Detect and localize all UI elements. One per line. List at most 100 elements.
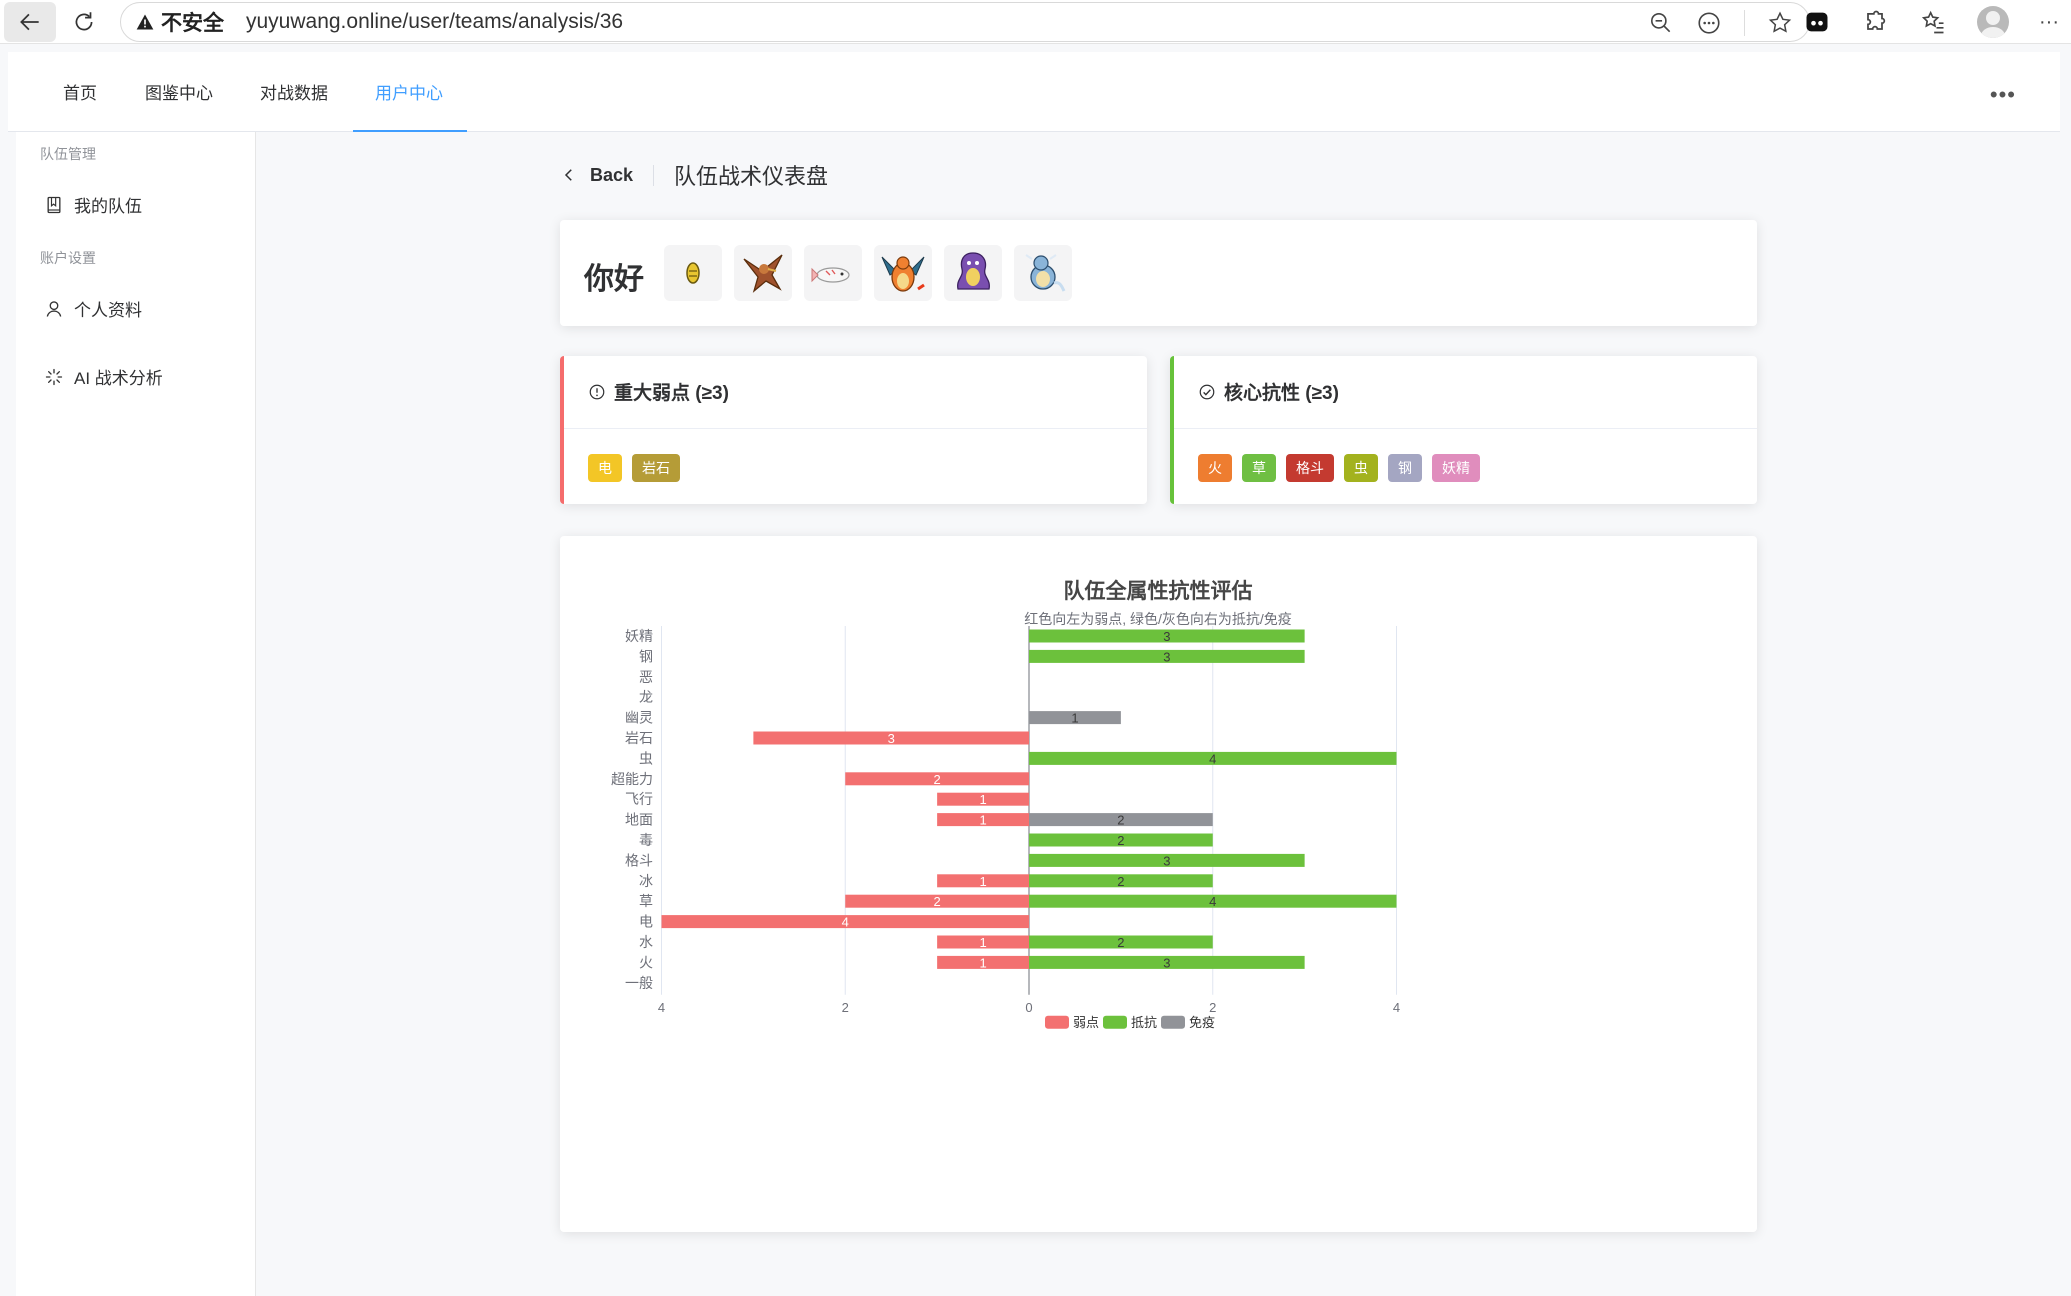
chart-data-label: 4 [1209,894,1216,909]
chart-x-tick-label: 0 [1025,1000,1032,1015]
zoom-out-icon[interactable] [1648,10,1674,36]
loading-sparkle-icon [45,368,63,385]
resistance-tags: 火草格斗虫钢妖精 [1198,454,1480,482]
chart-y-tick-label: 冰 [639,873,653,889]
security-label: 不安全 [161,12,224,35]
chart-data-label: 2 [1117,833,1124,848]
sidebar-item-my-teams[interactable]: 我的队伍 [44,192,142,217]
chart-card: 队伍全属性抗性评估 红色向左为弱点, 绿色/灰色向右为抵抗/免疫 4 2 0 2 4 妖精… [560,536,1757,1232]
chart-data-label: 2 [934,772,941,787]
extensions-puzzle-icon[interactable] [1861,8,1889,36]
chart-x-tick-label: 4 [1393,1000,1400,1015]
weakness-tag: 电 [588,454,622,482]
weakness-card-title: 重大弱点 (≥3) [614,383,729,404]
chart-legend-swatch [1103,1015,1127,1029]
nav-more-icon[interactable]: ••• [1990,82,2016,108]
chart-data-label: 2 [934,894,941,909]
nav-item-battle-data[interactable]: 对战数据 [260,52,328,132]
brown-bird-sprite-icon[interactable] [734,245,792,301]
chart-y-tick-label: 毒 [639,832,653,848]
chevron-left-icon [564,169,572,181]
chart-data-label: 4 [1209,751,1216,766]
chart-x-tick-label: 4 [658,1000,665,1015]
chart-y-tick-label: 水 [639,934,653,950]
sidebar: 队伍管理 我的队伍 账户设置 个人资料 AI 战术分析 [16,132,256,1296]
sidebar-group-team: 队伍管理 [40,146,96,162]
chart-y-tick-label: 飞行 [625,791,653,807]
weakness-tag: 岩石 [632,454,680,482]
sidebar-item-label: 个人资料 [74,301,142,320]
extension-app-icon[interactable] [1803,8,1831,36]
chart-y-tick-label: 一般 [625,975,653,991]
weakness-tags: 电岩石 [588,454,680,482]
security-warning[interactable]: 不安全 [135,7,224,37]
chart-x-tick-label: 2 [842,1000,849,1015]
address-bar[interactable]: 不安全 yuyuwang.online/user/teams/analysis/… [120,2,1810,42]
chart-data-label: 1 [979,935,986,950]
resistance-tag: 钢 [1388,454,1422,482]
chart-y-tick-label: 地面 [625,812,653,828]
user-icon [46,300,62,317]
notebook-icon [47,196,61,213]
url-text: yuyuwang.online/user/teams/analysis/36 [246,10,624,33]
addr-divider [1744,10,1745,36]
team-name: 你好 [584,263,644,296]
chart-data-label: 3 [1163,629,1170,644]
team-card: 你好 [560,220,1757,326]
chart-y-tick-label: 电 [639,914,653,930]
chart-y-tick-label: 虫 [639,750,653,766]
card-divider [564,428,1147,429]
browser-toolbar: 不安全 yuyuwang.online/user/teams/analysis/… [0,0,2071,44]
chart-data-label: 3 [1163,853,1170,868]
chart-y-tick-label: 恶 [639,669,653,685]
sidebar-group-account: 账户设置 [40,250,96,266]
nav-item-pokedex[interactable]: 图鉴中心 [145,52,213,132]
weakness-card-header: 重大弱点 (≥3) [588,378,729,405]
resistance-card-title: 核心抗性 (≥3) [1224,383,1339,404]
profile-avatar[interactable] [1977,6,2010,38]
resistance-card-header: 核心抗性 (≥3) [1198,378,1339,405]
chart-data-label: 1 [979,813,986,828]
nav-item-home[interactable]: 首页 [63,52,97,132]
blue-turtle-sprite-icon[interactable] [1014,245,1072,301]
favorite-star-icon[interactable] [1767,10,1793,36]
chart-data-label: 3 [1163,649,1170,664]
white-fish-sprite-icon[interactable] [804,245,862,301]
charizard-sprite-icon[interactable] [874,245,932,301]
chart-y-tick-label: 钢 [639,648,653,664]
chart-data-label: 3 [888,731,895,746]
chart-legend-label: 抵抗 [1131,1015,1157,1030]
resistance-tag: 妖精 [1432,454,1480,482]
chart-y-tick-label: 龙 [639,689,653,705]
purple-ghost-sprite-icon[interactable] [944,245,1002,301]
resistance-card: 核心抗性 (≥3) 火草格斗虫钢妖精 [1170,356,1757,504]
chart-y-tick-label: 超能力 [611,771,653,787]
nav-item-user-center[interactable]: 用户中心 [353,52,467,132]
sidebar-item-ai-analysis[interactable]: AI 战术分析 [44,364,163,389]
sidebar-item-profile[interactable]: 个人资料 [44,296,142,321]
favorites-list-icon[interactable] [1919,8,1947,36]
chart-legend-label: 弱点 [1073,1015,1099,1030]
chart-y-tick-label: 岩石 [625,730,653,746]
chart-legend-swatch [1161,1015,1185,1029]
back-button[interactable]: Back [560,164,655,186]
chart-data-label: 4 [842,915,849,930]
resistance-tag: 虫 [1344,454,1378,482]
chart-y-tick-label: 火 [639,954,653,970]
chart-legend-label: 免疫 [1189,1015,1215,1030]
back-arrow-icon[interactable] [4,2,56,42]
refresh-icon[interactable] [58,2,110,42]
chart-y-tick-label: 幽灵 [625,710,653,726]
chart-data-label: 1 [1071,711,1078,726]
chart-y-tick-label: 格斗 [625,852,653,868]
chart-data-label: 2 [1117,935,1124,950]
page-menu-icon[interactable] [1696,10,1722,36]
back-label: Back [590,164,634,185]
chart-data-label: 1 [979,874,986,889]
browser-menu-icon[interactable]: ··· [2039,11,2059,34]
chart-data-label: 1 [979,955,986,970]
warning-icon [136,14,154,30]
yellow-cocoon-sprite-icon[interactable] [664,245,722,301]
resistance-tag: 火 [1198,454,1232,482]
chart-data-label: 1 [979,792,986,807]
